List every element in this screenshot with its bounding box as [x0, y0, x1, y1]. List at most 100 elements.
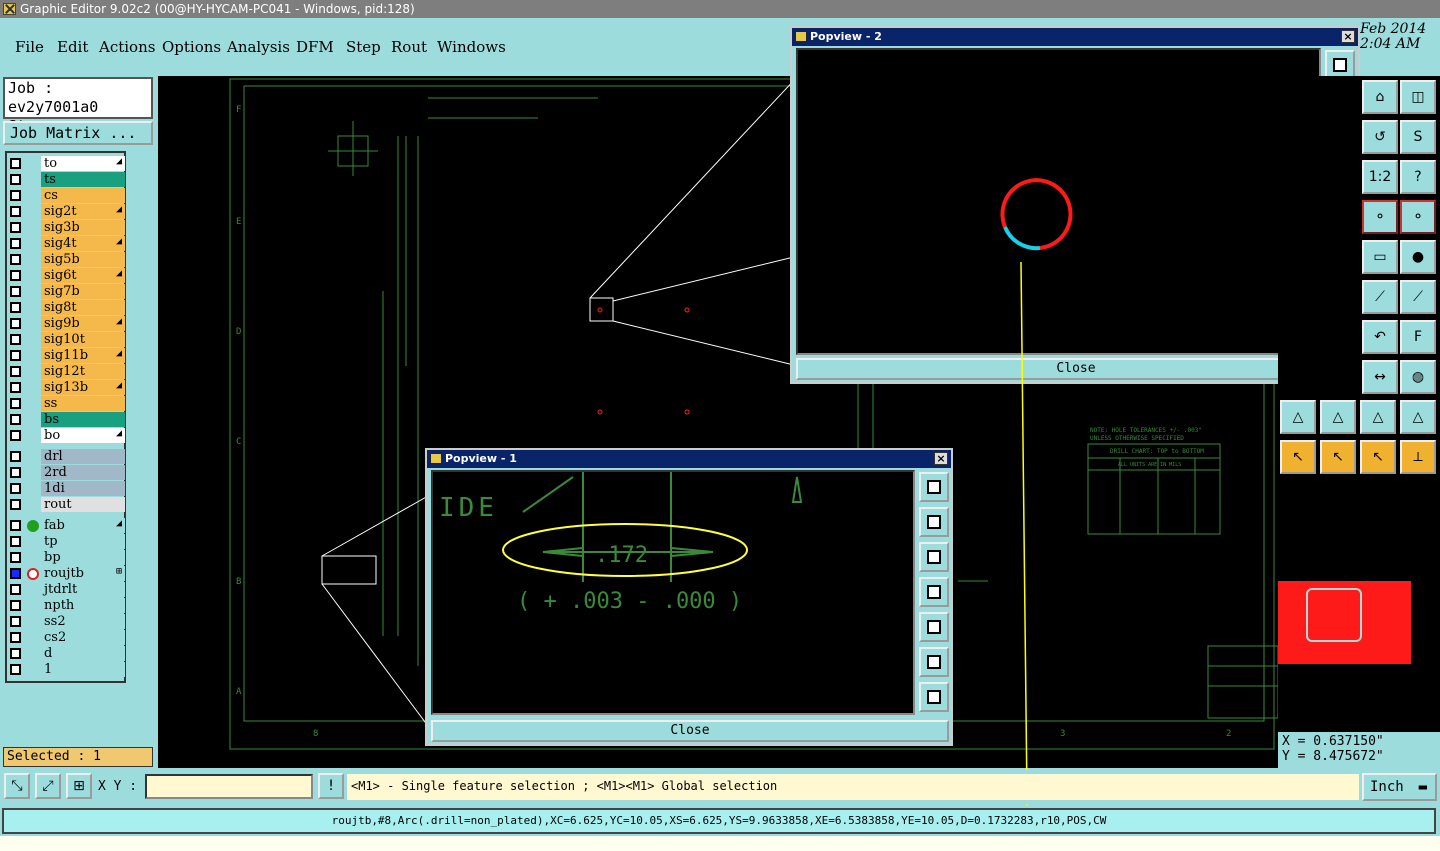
- layer-row[interactable]: rout: [7, 497, 125, 513]
- menu-analysis[interactable]: Analysis: [227, 38, 290, 56]
- popview-2-canvas[interactable]: [796, 48, 1321, 355]
- popview-1-pan-down-button[interactable]: [919, 542, 949, 572]
- job-matrix-button[interactable]: Job Matrix ...: [3, 121, 153, 145]
- layer-row[interactable]: ts: [7, 172, 125, 188]
- select-box-icon[interactable]: ↖: [1320, 440, 1356, 474]
- layer-row[interactable]: npth: [7, 598, 125, 614]
- layer-row[interactable]: sig10t: [7, 332, 125, 348]
- layer-row[interactable]: cs2: [7, 630, 125, 646]
- triangle-a-icon[interactable]: △: [1280, 400, 1316, 434]
- rotate-icon[interactable]: ↺: [1362, 120, 1398, 154]
- layer-checkbox[interactable]: [10, 350, 21, 361]
- layer-checkbox[interactable]: [10, 286, 21, 297]
- layer-row[interactable]: sig13b ◢: [7, 380, 125, 396]
- select-route-icon[interactable]: ⟂: [1400, 440, 1436, 474]
- layer-checkbox[interactable]: [10, 254, 21, 265]
- popview-1-pan-right-button[interactable]: [919, 612, 949, 642]
- layer-checkbox[interactable]: [10, 270, 21, 281]
- popview-1-close-button[interactable]: Close: [431, 720, 949, 742]
- layer-row[interactable]: sig7b: [7, 284, 125, 300]
- layer-checkbox[interactable]: [10, 222, 21, 233]
- layer-row[interactable]: sig6t ◢: [7, 268, 125, 284]
- layer-row[interactable]: 2rd: [7, 465, 125, 481]
- window-split-icon[interactable]: ◫: [1400, 80, 1436, 114]
- popview-1-fit-button[interactable]: [919, 472, 949, 502]
- layer-row[interactable]: ss: [7, 396, 125, 412]
- connect-alt-icon[interactable]: ⟋: [1400, 280, 1436, 314]
- ruler-icon[interactable]: ▭: [1362, 240, 1398, 274]
- popview-1-pan-up-button[interactable]: [919, 507, 949, 537]
- layer-row[interactable]: sig8t: [7, 300, 125, 316]
- layer-checkbox[interactable]: [10, 430, 21, 441]
- layer-checkbox[interactable]: [10, 398, 21, 409]
- layer-checkbox[interactable]: [10, 334, 21, 345]
- layer-row[interactable]: bo ◢: [7, 428, 125, 444]
- triangle-c-icon[interactable]: △: [1360, 400, 1396, 434]
- shapes-icon[interactable]: ◍: [1400, 360, 1436, 394]
- menu-file[interactable]: File: [15, 38, 44, 56]
- layer-checkbox[interactable]: [10, 600, 21, 611]
- pad-icon[interactable]: ●: [1400, 240, 1436, 274]
- zoom-area-icon[interactable]: ⤡: [4, 773, 30, 799]
- layer-row[interactable]: d: [7, 646, 125, 662]
- layer-row[interactable]: 1: [7, 662, 125, 678]
- layer-checkbox[interactable]: [10, 174, 21, 185]
- layer-row[interactable]: drl: [7, 449, 125, 465]
- layer-checkbox[interactable]: [10, 366, 21, 377]
- layer-checkbox[interactable]: [10, 520, 21, 531]
- layer-checkbox[interactable]: [10, 664, 21, 675]
- layer-checkbox[interactable]: [10, 467, 21, 478]
- layer-row[interactable]: bs: [7, 412, 125, 428]
- help-icon[interactable]: ?: [1400, 160, 1436, 194]
- popview-1-close-icon[interactable]: ×: [934, 452, 948, 465]
- triangle-d-icon[interactable]: △: [1400, 400, 1436, 434]
- menu-step[interactable]: Step: [346, 38, 381, 56]
- menu-edit[interactable]: Edit: [57, 38, 88, 56]
- menu-windows[interactable]: Windows: [437, 38, 506, 56]
- popview-2-close-button[interactable]: Close: [796, 358, 1356, 380]
- layer-row[interactable]: tp: [7, 534, 125, 550]
- menu-actions[interactable]: Actions: [99, 38, 155, 56]
- layer-checkbox[interactable]: [10, 206, 21, 217]
- unit-selector[interactable]: Inch ▬: [1362, 773, 1437, 801]
- select-move-icon[interactable]: ↖: [1360, 440, 1396, 474]
- layer-row[interactable]: sig12t: [7, 364, 125, 380]
- menu-dfm[interactable]: DFM: [296, 38, 334, 56]
- layer-row[interactable]: jtdrlt: [7, 582, 125, 598]
- layer-checkbox[interactable]: [10, 382, 21, 393]
- menu-rout[interactable]: Rout: [391, 38, 427, 56]
- home-icon[interactable]: ⌂: [1362, 80, 1398, 114]
- alert-icon[interactable]: !: [318, 773, 344, 799]
- layer-row[interactable]: sig4t ◢: [7, 236, 125, 252]
- popview-1-canvas[interactable]: IDE .172 ( + .003 - .000 ): [431, 470, 915, 715]
- layer-checkbox[interactable]: [10, 158, 21, 169]
- layer-row[interactable]: roujtb ⊞: [7, 566, 125, 582]
- layer-checkbox[interactable]: [10, 483, 21, 494]
- layer-checkbox[interactable]: [10, 318, 21, 329]
- layer-checkbox[interactable]: [10, 238, 21, 249]
- net-icon[interactable]: ⚬: [1362, 200, 1398, 234]
- popview-1-zoom-in-button[interactable]: [919, 647, 949, 677]
- layer-row[interactable]: sig2t ◢: [7, 204, 125, 220]
- grid-icon[interactable]: ⊞: [66, 773, 92, 799]
- layer-checkbox[interactable]: [10, 499, 21, 510]
- popview-2-close-icon[interactable]: ×: [1341, 30, 1355, 43]
- popview-1-pan-left-button[interactable]: [919, 577, 949, 607]
- flip-icon[interactable]: F: [1400, 320, 1436, 354]
- scale-icon[interactable]: 1:2: [1362, 160, 1398, 194]
- layer-checkbox[interactable]: [10, 616, 21, 627]
- net-select-icon[interactable]: ⚬: [1400, 200, 1436, 234]
- connect-icon[interactable]: ⟋: [1362, 280, 1398, 314]
- layer-row[interactable]: fab ◢: [7, 518, 125, 534]
- layer-checkbox[interactable]: [10, 648, 21, 659]
- triangle-b-icon[interactable]: △: [1320, 400, 1356, 434]
- menu-options[interactable]: Options: [162, 38, 221, 56]
- layer-checkbox[interactable]: [10, 552, 21, 563]
- layer-row[interactable]: to ◢: [7, 156, 125, 172]
- overview-thumbnail[interactable]: [1278, 581, 1411, 664]
- layer-row[interactable]: ss2: [7, 614, 125, 630]
- layer-checkbox[interactable]: [10, 451, 21, 462]
- layer-checkbox[interactable]: [10, 536, 21, 547]
- snap-icon[interactable]: ⤢: [35, 773, 61, 799]
- mirror-icon[interactable]: S: [1400, 120, 1436, 154]
